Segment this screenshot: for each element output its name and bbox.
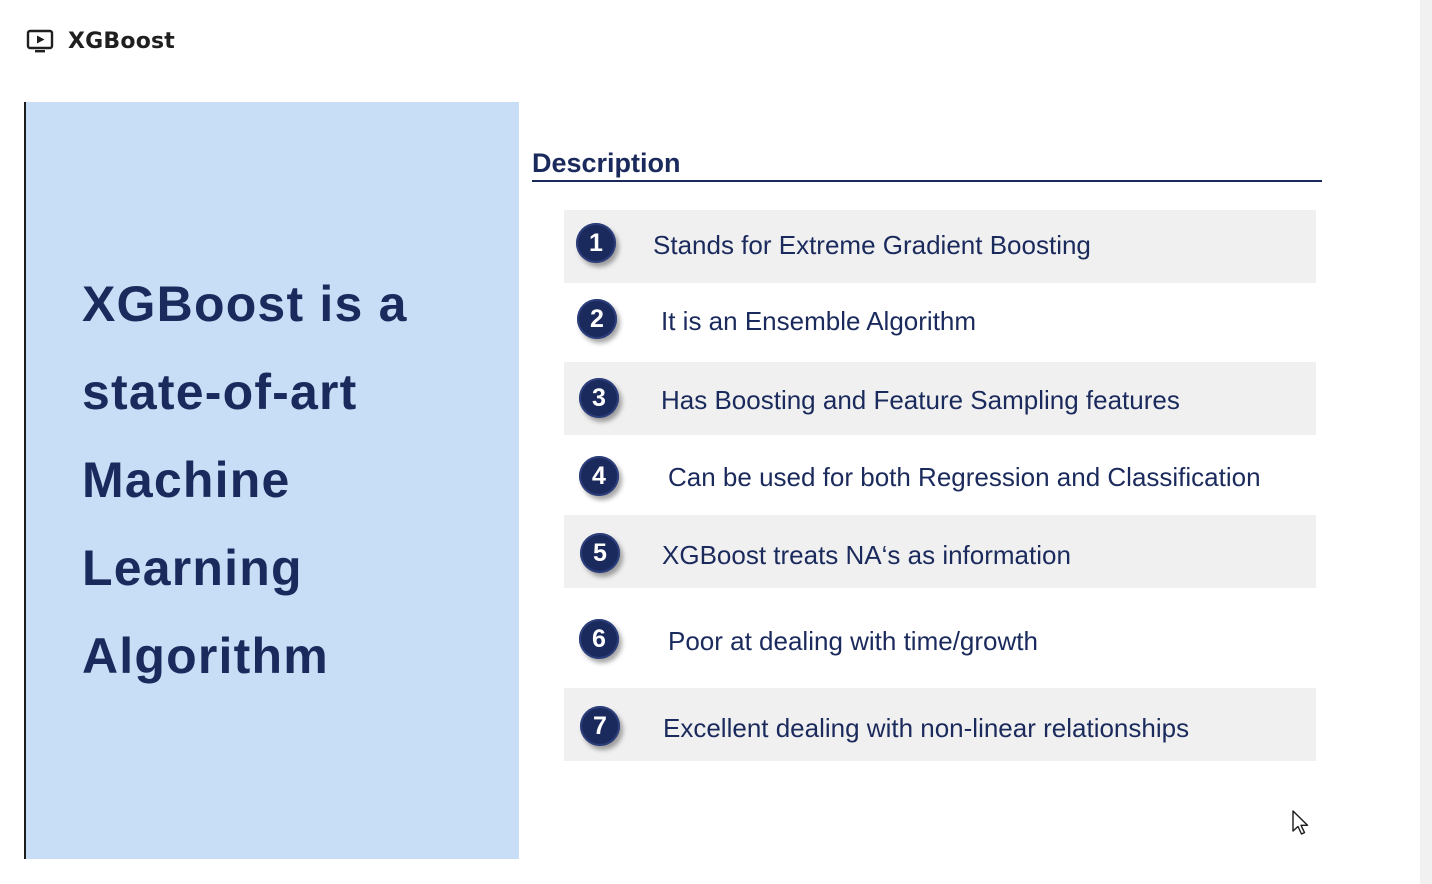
vertical-scrollbar[interactable] xyxy=(1420,0,1432,884)
number-badge: 4 xyxy=(579,456,619,496)
page-title: XGBoost xyxy=(68,28,176,54)
list-item: 7 Excellent dealing with non-linear rela… xyxy=(564,688,1316,761)
headline-line: Machine xyxy=(82,452,291,508)
list-item-text: Stands for Extreme Gradient Boosting xyxy=(653,230,1091,260)
slide-headline: XGBoost is a state-of-art Machine Learni… xyxy=(82,260,502,700)
page: XGBoost XGBoost is a state-of-art Machin… xyxy=(0,0,1432,884)
headline-line: state-of-art xyxy=(82,364,358,420)
description-heading: Description xyxy=(532,148,681,178)
list-item-text: Excellent dealing with non-linear relati… xyxy=(663,713,1190,743)
number-badge: 7 xyxy=(580,706,620,746)
number-badge: 6 xyxy=(579,619,619,659)
list-item: 5 XGBoost treats NA‘s as information xyxy=(564,515,1316,588)
list-item-text: Can be used for both Regression and Clas… xyxy=(668,462,1261,492)
list-item: 2 It is an Ensemble Algorithm xyxy=(564,286,1316,359)
list-item: 1 Stands for Extreme Gradient Boosting xyxy=(564,210,1316,283)
presentation-play-icon xyxy=(26,27,54,55)
list-item: 3 Has Boosting and Feature Sampling feat… xyxy=(564,362,1316,435)
number-badge: 2 xyxy=(577,299,617,339)
number-badge: 1 xyxy=(576,223,616,263)
headline-line: Algorithm xyxy=(82,628,329,684)
list-item-text: Poor at dealing with time/growth xyxy=(668,626,1038,656)
description-divider xyxy=(532,180,1322,182)
list-item: 6 Poor at dealing with time/growth xyxy=(564,602,1316,675)
headline-line: XGBoost is a xyxy=(82,276,408,332)
number-badge: 3 xyxy=(579,378,619,418)
number-badge: 5 xyxy=(580,533,620,573)
slide: XGBoost is a state-of-art Machine Learni… xyxy=(24,102,1344,859)
headline-line: Learning xyxy=(82,540,303,596)
header: XGBoost xyxy=(26,26,175,56)
slide-left-panel: XGBoost is a state-of-art Machine Learni… xyxy=(24,102,519,859)
list-item-text: Has Boosting and Feature Sampling featur… xyxy=(661,385,1180,415)
list-item-text: XGBoost treats NA‘s as information xyxy=(662,540,1071,570)
mouse-pointer-icon xyxy=(1291,809,1311,837)
list-item: 4 Can be used for both Regression and Cl… xyxy=(564,440,1316,513)
list-item-text: It is an Ensemble Algorithm xyxy=(661,306,977,336)
